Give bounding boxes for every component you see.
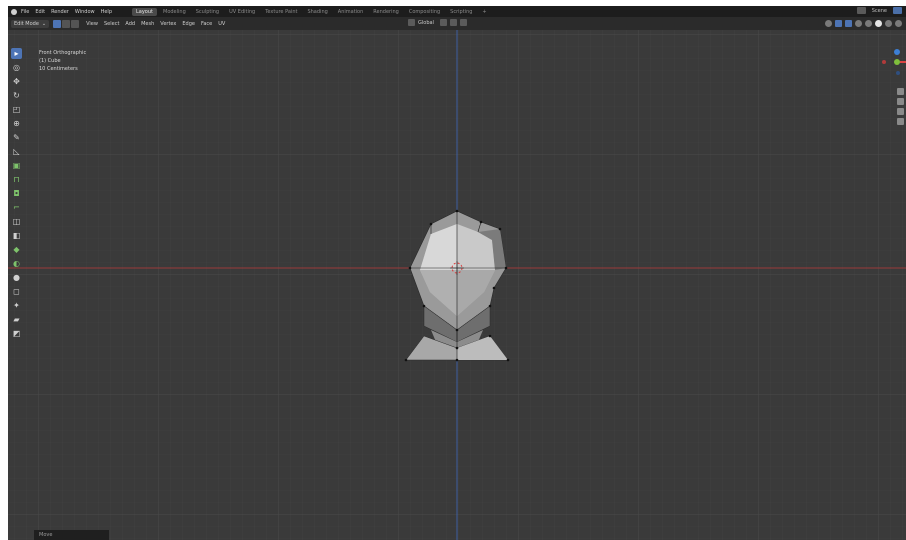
top-menubar: File Edit Render Window Help Layout Mode… <box>8 6 906 17</box>
tab-compositing[interactable]: Compositing <box>405 8 444 16</box>
transform-icon[interactable]: ⊕ <box>11 118 22 129</box>
snap-icon[interactable] <box>449 19 457 26</box>
viewport-header: Edit Mode ⌄ View Select Add Mesh Vertex … <box>8 17 906 30</box>
object-name: (1) Cube <box>39 58 61 64</box>
select-mode-buttons <box>53 19 80 28</box>
solid-shading-icon[interactable] <box>875 20 882 27</box>
blender-window: File Edit Render Window Help Layout Mode… <box>8 6 906 540</box>
add-workspace-button[interactable]: + <box>478 8 490 16</box>
zoom-icon[interactable] <box>897 88 904 95</box>
menu-vertex[interactable]: Vertex <box>160 21 176 27</box>
tab-modeling[interactable]: Modeling <box>159 8 190 16</box>
tab-layout[interactable]: Layout <box>132 7 157 16</box>
move-icon[interactable]: ✥ <box>11 76 22 87</box>
rip-icon[interactable]: ◩ <box>11 328 22 339</box>
extrude-icon[interactable]: ⊓ <box>11 174 22 185</box>
tab-sculpting[interactable]: Sculpting <box>192 8 223 16</box>
view-name: Front Orthographic <box>39 50 87 56</box>
overlay-toggle-icon[interactable] <box>845 20 852 27</box>
menu-file[interactable]: File <box>21 9 29 15</box>
tab-shading[interactable]: Shading <box>303 8 331 16</box>
smooth-icon[interactable]: ● <box>11 272 22 283</box>
tab-rendering[interactable]: Rendering <box>369 8 403 16</box>
shading-controls <box>822 20 902 27</box>
pan-icon[interactable] <box>897 98 904 105</box>
scene-name[interactable]: Scene <box>872 8 887 14</box>
menu-edge[interactable]: Edge <box>182 21 195 27</box>
rendered-shading-icon[interactable] <box>895 20 902 27</box>
measure-icon[interactable]: ◺ <box>11 146 22 157</box>
cursor-icon[interactable]: ◎ <box>11 62 22 73</box>
viewport-grid <box>8 30 906 540</box>
camera-view-icon[interactable] <box>897 108 904 115</box>
shrink-icon[interactable]: ✦ <box>11 300 22 311</box>
viewport-info: Front Orthographic (1) Cube 10 Centimete… <box>39 49 86 73</box>
chevron-down-icon: ⌄ <box>41 20 47 27</box>
proportional-edit-icon[interactable] <box>459 19 467 26</box>
xray-toggle-icon[interactable] <box>855 20 862 27</box>
knife-icon[interactable]: ◧ <box>11 230 22 241</box>
tab-uv-editing[interactable]: UV Editing <box>225 8 259 16</box>
menu-mesh[interactable]: Mesh <box>141 21 154 27</box>
navigation-buttons <box>897 88 904 128</box>
menu-view[interactable]: View <box>86 21 98 27</box>
viewport-visibility-icon[interactable] <box>825 20 832 27</box>
scale-icon[interactable]: ◰ <box>11 104 22 115</box>
view-layer-icon <box>893 7 902 14</box>
edge-select-icon[interactable] <box>62 19 71 28</box>
scene-selector: Scene <box>856 7 904 14</box>
transform-orientation[interactable]: Global <box>418 20 434 26</box>
grid-scale: 10 Centimeters <box>39 66 78 72</box>
tab-texture-paint[interactable]: Texture Paint <box>261 8 301 16</box>
tool-shelf: ▸ ◎ ✥ ↻ ◰ ⊕ ✎ ◺ ▣ ⊓ ◘ ⌐ ◫ ◧ ◆ ◐ ● ◻ ✦ ▰ … <box>10 48 23 342</box>
wireframe-shading-icon[interactable] <box>865 20 872 27</box>
menu-select[interactable]: Select <box>104 21 119 27</box>
workspace-tabs: Layout Modeling Sculpting UV Editing Tex… <box>132 7 493 16</box>
menu-uv[interactable]: UV <box>218 21 225 27</box>
status-bar: Move <box>34 530 109 540</box>
z-axis-gizmo-icon[interactable] <box>894 49 900 55</box>
inset-icon[interactable]: ◘ <box>11 188 22 199</box>
poly-build-icon[interactable]: ◆ <box>11 244 22 255</box>
3d-viewport[interactable]: Front Orthographic (1) Cube 10 Centimete… <box>8 30 906 540</box>
blender-logo-icon[interactable] <box>11 8 17 15</box>
menu-edit[interactable]: Edit <box>35 9 45 15</box>
menu-face[interactable]: Face <box>201 21 212 27</box>
pivot-icon[interactable] <box>439 19 447 26</box>
transform-controls: Global <box>408 19 470 26</box>
bevel-icon[interactable]: ⌐ <box>11 202 22 213</box>
x-axis-line-icon <box>900 61 906 63</box>
menu-help[interactable]: Help <box>101 9 112 15</box>
menu-window[interactable]: Window <box>75 9 95 15</box>
status-text: Move <box>39 532 53 538</box>
menu-render[interactable]: Render <box>51 9 69 15</box>
mode-label: Edit Mode <box>14 20 39 27</box>
menu-add[interactable]: Add <box>125 21 135 27</box>
vertex-select-icon[interactable] <box>53 19 62 28</box>
shear-icon[interactable]: ▰ <box>11 314 22 325</box>
face-select-icon[interactable] <box>71 19 80 28</box>
select-box-icon[interactable]: ▸ <box>11 48 22 59</box>
gizmo-toggle-icon[interactable] <box>835 20 842 27</box>
add-cube-icon[interactable]: ▣ <box>11 160 22 171</box>
annotate-icon[interactable]: ✎ <box>11 132 22 143</box>
tab-scripting[interactable]: Scripting <box>446 8 476 16</box>
neg-z-axis-gizmo-icon[interactable] <box>896 71 900 75</box>
material-shading-icon[interactable] <box>885 20 892 27</box>
perspective-toggle-icon[interactable] <box>897 118 904 125</box>
rotate-icon[interactable]: ↻ <box>11 90 22 101</box>
spin-icon[interactable]: ◐ <box>11 258 22 269</box>
loop-cut-icon[interactable]: ◫ <box>11 216 22 227</box>
orientation-icon <box>408 19 415 26</box>
edge-slide-icon[interactable]: ◻ <box>11 286 22 297</box>
x-axis-gizmo-icon[interactable] <box>882 60 886 64</box>
mode-selector[interactable]: Edit Mode ⌄ <box>11 19 50 28</box>
tab-animation[interactable]: Animation <box>334 8 368 16</box>
scene-icon <box>856 7 866 14</box>
